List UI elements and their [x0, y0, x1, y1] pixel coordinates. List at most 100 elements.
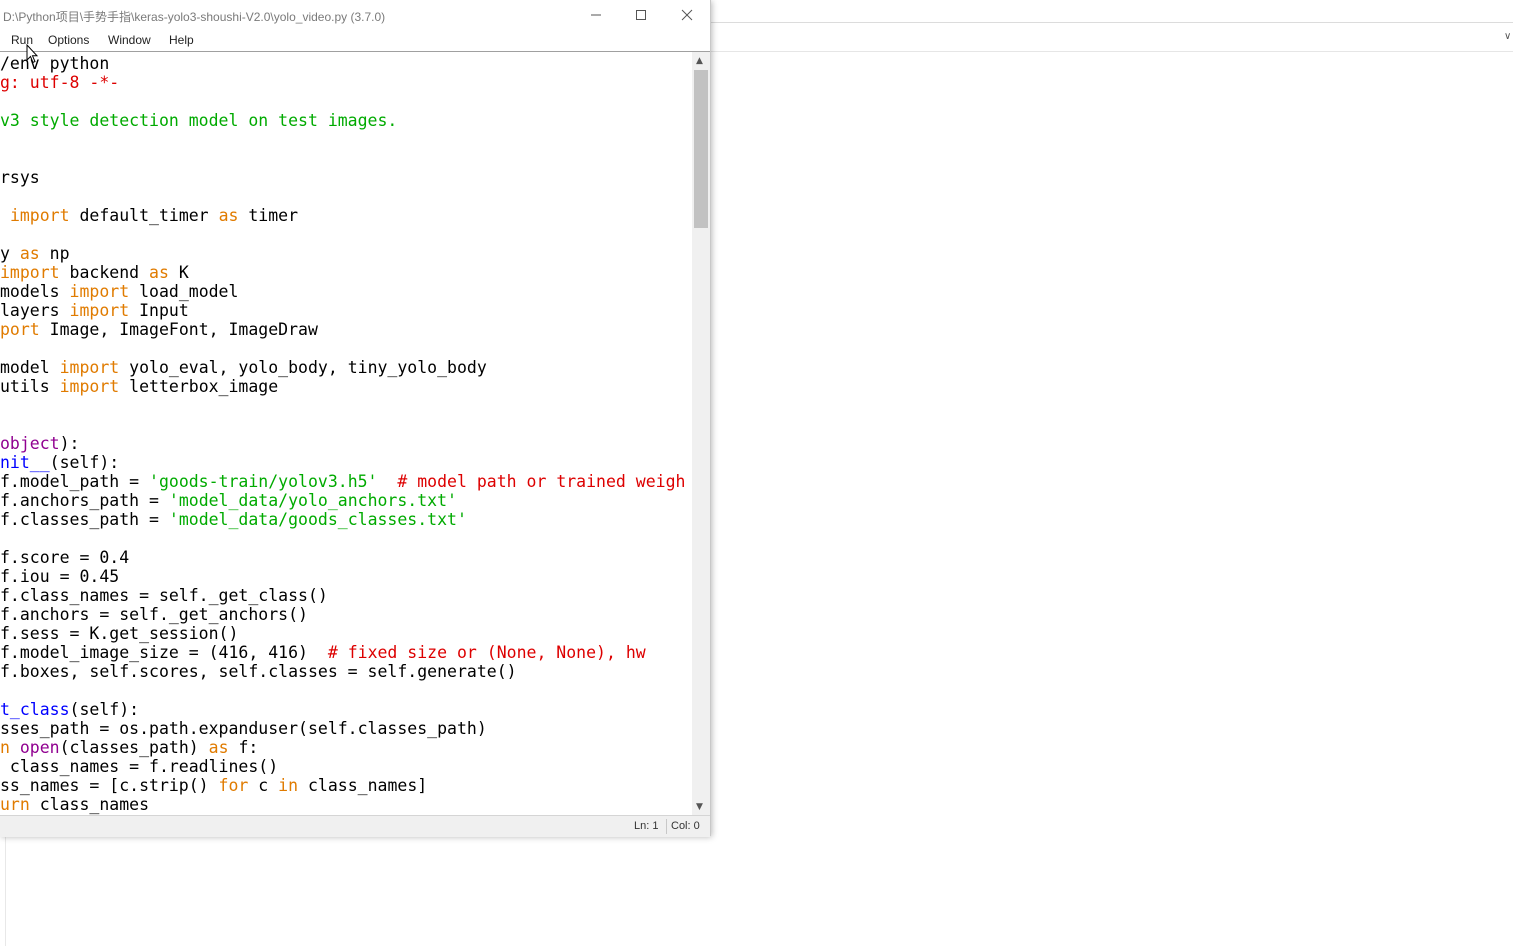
code-line: n open(classes_path) as f: [0, 738, 685, 757]
code-token: (self): [69, 700, 140, 719]
code-token: f.classes_path = [0, 510, 169, 529]
maximize-button[interactable] [618, 0, 663, 30]
code-token: 'goods-train/yolov3.h5' [149, 472, 378, 491]
code-line: f.classes_path = 'model_data/goods_class… [0, 510, 685, 529]
code-token: utils [0, 377, 60, 396]
code-line: f.anchors = self._get_anchors() [0, 605, 685, 624]
code-token: port [0, 320, 40, 339]
code-token: # model path or trained weigh [397, 472, 686, 491]
code-line: ​ [0, 339, 685, 358]
code-line: f.score = 0.4 [0, 548, 685, 567]
code-token: class_names] [298, 776, 428, 795]
code-line: import backend as K [0, 263, 685, 282]
menu-help[interactable]: Help [169, 33, 194, 47]
code-token: import [59, 377, 120, 396]
code-token: backend [59, 263, 150, 282]
window-title: D:\Python项目\手势手指\keras-yolo3-shoushi-V2.… [3, 10, 386, 24]
code-token: sses_path = os.path.expanduser(self.clas… [0, 719, 487, 738]
code-token: as [218, 206, 239, 225]
code-token: Input [129, 301, 189, 320]
idle-editor-window: D:\Python项目\手势手指\keras-yolo3-shoushi-V2.… [0, 0, 711, 837]
code-token: letterbox_image [119, 377, 279, 396]
code-token: ss_names = [c.strip() [0, 776, 219, 795]
code-line: nit__(self): [0, 453, 685, 472]
scrollbar-thumb[interactable] [694, 70, 708, 228]
background-window-divider [711, 51, 1513, 52]
code-token: # fixed size or (None, None), hw [327, 643, 646, 662]
code-token: default_timer [69, 206, 219, 225]
code-token: as [149, 263, 169, 282]
code-line: y as np [0, 244, 685, 263]
code-line: ​ [0, 225, 685, 244]
code-line: ​ [0, 92, 685, 111]
code-token: import [69, 301, 130, 320]
menu-options[interactable]: Options [48, 33, 89, 47]
code-token: f.model_path = [0, 472, 150, 491]
code-token: as [19, 244, 40, 263]
code-line: port Image, ImageFont, ImageDraw [0, 320, 685, 339]
code-line: class_names = f.readlines() [0, 757, 685, 776]
code-token: import [69, 282, 130, 301]
code-line: urn class_names [0, 795, 685, 814]
code-line: layers import Input [0, 301, 685, 320]
vertical-scrollbar[interactable]: ▲ ▼ [692, 52, 710, 815]
background-window-border [711, 22, 1513, 23]
code-line: f.anchors_path = 'model_data/yolo_anchor… [0, 491, 685, 510]
code-token: import [59, 358, 120, 377]
title-bar[interactable]: D:\Python项目\手势手指\keras-yolo3-shoushi-V2.… [0, 0, 710, 30]
close-button[interactable] [664, 0, 709, 30]
line-number: Ln: 1 [634, 820, 659, 832]
code-line: f.sess = K.get_session() [0, 624, 685, 643]
code-token: rsys [0, 168, 40, 187]
code-token: f.anchors_path = [0, 491, 169, 510]
code-line: f.boxes, self.scores, self.classes = sel… [0, 662, 685, 681]
code-token: object [0, 434, 60, 453]
code-line: ​ [0, 187, 685, 206]
code-token: timer [238, 206, 299, 225]
code-token: open [19, 738, 60, 757]
code-token: 'model_data/yolo_anchors.txt' [168, 491, 457, 510]
code-token: model [0, 358, 60, 377]
code-text: /env pythong: utf-8 -*-​v3 style detecti… [0, 54, 685, 814]
code-token: y [0, 244, 20, 263]
scroll-up-arrow-icon[interactable]: ▲ [696, 56, 703, 66]
code-token: v3 style detection model on test images. [0, 111, 398, 130]
code-token: f.model_image_size = (416, 416) [0, 643, 328, 662]
code-token: models [0, 282, 70, 301]
code-token: K [168, 263, 189, 282]
code-token: (self): [49, 453, 120, 472]
code-token: c [248, 776, 279, 795]
scroll-down-arrow-icon[interactable]: ▼ [696, 802, 703, 812]
code-token: g: utf-8 -*- [0, 73, 120, 92]
minimize-button[interactable] [573, 0, 618, 30]
menu-window[interactable]: Window [108, 33, 151, 47]
code-line: f.model_image_size = (416, 416) # fixed … [0, 643, 685, 662]
code-editor[interactable]: /env pythong: utf-8 -*-​v3 style detecti… [0, 52, 692, 815]
mouse-cursor-icon [26, 44, 38, 64]
code-token: class_names = f.readlines() [0, 757, 279, 776]
code-line: ​ [0, 415, 685, 434]
code-line: utils import letterbox_image [0, 377, 685, 396]
code-token: as [208, 738, 229, 757]
status-divider [666, 819, 667, 834]
code-line: f.class_names = self._get_class() [0, 586, 685, 605]
code-line: g: utf-8 -*- [0, 73, 685, 92]
code-token: layers [0, 301, 70, 320]
code-token: np [39, 244, 70, 263]
code-token: f.boxes, self.scores, self.classes = sel… [0, 662, 517, 681]
menu-bar: Run Options Window Help [0, 30, 710, 51]
code-token: t_class [0, 700, 70, 719]
code-line: import default_timer as timer [0, 206, 685, 225]
code-line: v3 style detection model on test images. [0, 111, 685, 130]
code-token: urn [0, 795, 30, 814]
code-token: f: [228, 738, 259, 757]
code-line: ​ [0, 529, 685, 548]
code-token: n [0, 738, 20, 757]
maximize-icon [635, 10, 646, 20]
code-token: in [278, 776, 299, 795]
background-divider [5, 836, 6, 946]
code-token: import [0, 263, 60, 282]
code-line: /env python [0, 54, 685, 73]
code-line: ​ [0, 149, 685, 168]
